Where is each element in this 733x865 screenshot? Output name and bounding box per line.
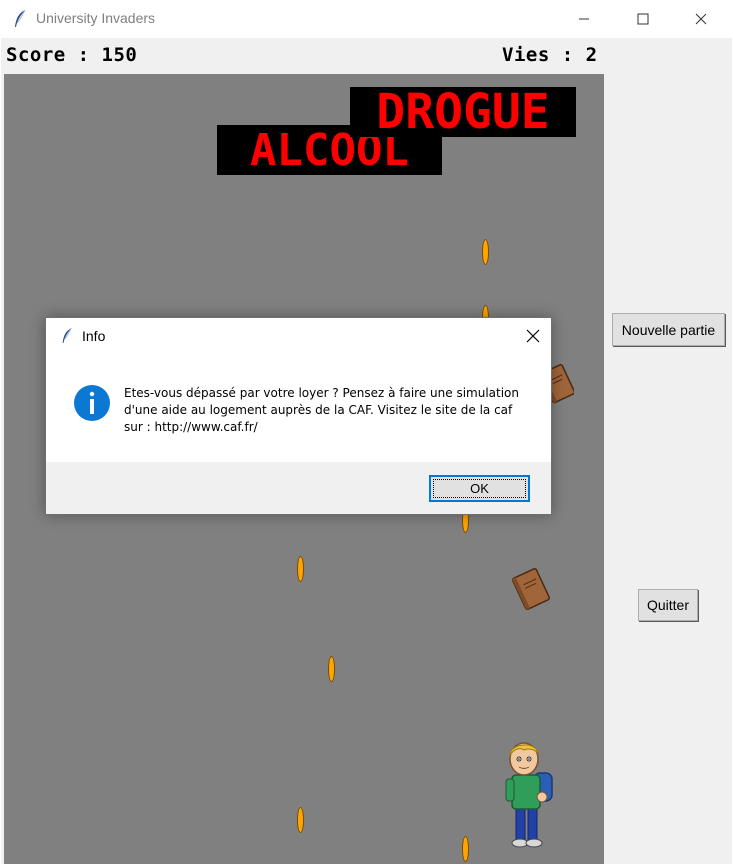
minimize-icon [579, 18, 589, 20]
projectile [462, 836, 469, 862]
dialog-message: Etes-vous dépassé par votre loyer ? Pens… [124, 386, 519, 434]
feather-icon [15, 9, 26, 27]
close-button[interactable] [678, 0, 724, 38]
dialog-body: Etes-vous dépassé par votre loyer ? Pens… [46, 354, 551, 462]
projectile [328, 656, 335, 682]
maximize-button[interactable] [620, 0, 666, 38]
title-bar: University Invaders [0, 0, 733, 38]
projectile [297, 556, 304, 582]
ok-button[interactable]: OK [429, 475, 530, 502]
new-game-button[interactable]: Nouvelle partie [612, 313, 725, 346]
dialog-close-button[interactable] [514, 318, 552, 354]
maximize-icon [637, 13, 649, 25]
quit-button[interactable]: Quitter [638, 589, 698, 621]
minimize-button[interactable] [561, 0, 607, 38]
score-label: Score : 150 [6, 44, 138, 66]
window-title: University Invaders [36, 10, 156, 26]
enemy-drogue: DROGUE [350, 87, 576, 137]
info-icon [74, 385, 110, 421]
info-dialog: Info Etes-vous dépassé par votre loyer ?… [45, 317, 552, 515]
student-icon [505, 742, 553, 848]
close-icon [526, 329, 540, 343]
dialog-title: Info [82, 328, 106, 344]
feather-icon [62, 327, 72, 343]
enemy-drogue-label: DROGUE [376, 87, 550, 137]
book-icon [511, 568, 551, 610]
projectile [482, 239, 489, 265]
lives-label: Vies : 2 [502, 44, 598, 66]
projectile [297, 807, 304, 833]
close-icon [695, 13, 707, 25]
dialog-title-bar: Info [46, 318, 551, 354]
